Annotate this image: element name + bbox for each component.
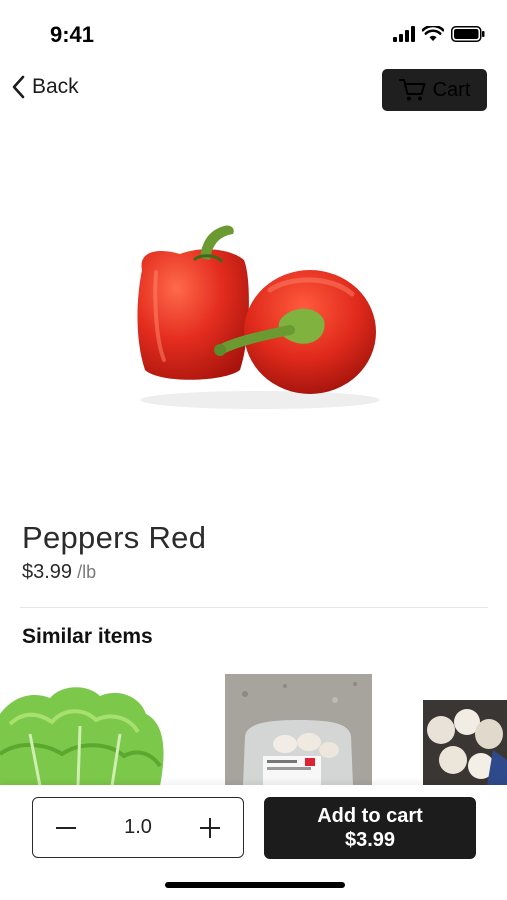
cart-icon — [398, 79, 426, 101]
nav-bar: Back Cart — [0, 66, 507, 116]
similar-items-carousel[interactable] — [0, 674, 507, 786]
price-row: $3.99 /lb — [22, 561, 96, 584]
back-label: Back — [32, 75, 79, 98]
status-time: 9:41 — [50, 22, 95, 47]
similar-items-heading: Similar items — [22, 625, 153, 648]
battery-icon — [451, 26, 485, 42]
increment-button[interactable] — [197, 815, 223, 841]
add-to-cart-button[interactable]: Add to cart $3.99 — [264, 797, 476, 859]
minus-icon — [56, 826, 76, 829]
status-icons — [393, 26, 485, 42]
packaged-mushrooms-image[interactable] — [225, 674, 372, 786]
wifi-icon — [422, 26, 444, 41]
quantity-value[interactable]: 1.0 — [124, 816, 152, 839]
status-bar: 9:41 — [0, 0, 507, 70]
chevron-left-icon — [12, 75, 25, 99]
garlic-image[interactable] — [423, 700, 507, 786]
add-to-cart-price: $3.99 — [344, 829, 396, 851]
product-name: Peppers Red — [22, 520, 207, 555]
back-button[interactable]: Back — [10, 74, 79, 100]
add-to-cart-label: Add to cart — [317, 805, 423, 827]
red-bell-peppers-image — [137, 225, 380, 409]
product-price: $3.99 — [22, 561, 73, 583]
cart-label: Cart — [432, 78, 471, 101]
signal-icon — [393, 26, 415, 42]
home-indicator[interactable] — [165, 882, 345, 888]
price-unit: /lb — [77, 562, 97, 582]
lettuce-image[interactable] — [0, 674, 170, 786]
decrement-button[interactable] — [53, 815, 79, 841]
divider — [20, 607, 488, 608]
quantity-stepper: 1.0 — [32, 797, 244, 858]
plus-icon — [200, 817, 220, 838]
cart-button[interactable]: Cart — [382, 69, 487, 111]
